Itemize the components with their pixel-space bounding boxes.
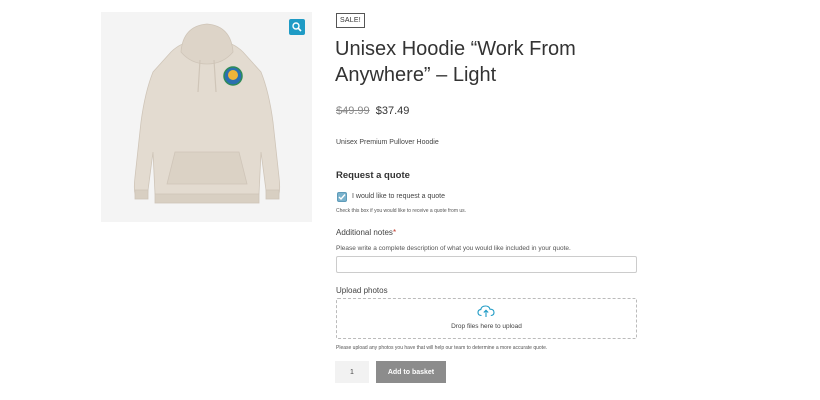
zoom-button[interactable] <box>289 19 305 35</box>
original-price: $49.99 <box>336 105 370 117</box>
notes-help: Please write a complete description of w… <box>336 245 571 252</box>
notes-label: Additional notes* <box>336 228 396 237</box>
upload-label: Upload photos <box>336 286 388 295</box>
short-description: Unisex Premium Pullover Hoodie <box>336 139 439 146</box>
product-image[interactable] <box>101 12 312 222</box>
add-to-basket-button[interactable]: Add to basket <box>376 361 446 383</box>
quantity-input[interactable] <box>335 361 369 383</box>
sale-price: $37.49 <box>375 105 410 117</box>
quote-heading: Request a quote <box>336 170 410 181</box>
request-quote-label[interactable]: I would like to request a quote <box>352 193 445 200</box>
sale-badge: SALE! <box>336 13 365 28</box>
cloud-upload-icon <box>477 305 495 317</box>
notes-input[interactable] <box>336 256 637 273</box>
request-quote-help: Check this box if you would like to rece… <box>336 208 467 214</box>
product-title: Unisex Hoodie “Work From Anywhere” – Lig… <box>335 38 576 86</box>
checkmark-icon <box>338 194 346 201</box>
notes-label-text: Additional notes <box>336 228 393 237</box>
upload-help: Please upload any photos you have that w… <box>336 345 548 351</box>
magnifier-icon <box>292 22 302 32</box>
required-mark: * <box>392 228 397 237</box>
price: $49.99 $37.49 <box>336 105 409 117</box>
dropzone-text: Drop files here to upload <box>451 323 522 330</box>
request-quote-checkbox[interactable] <box>337 192 347 202</box>
